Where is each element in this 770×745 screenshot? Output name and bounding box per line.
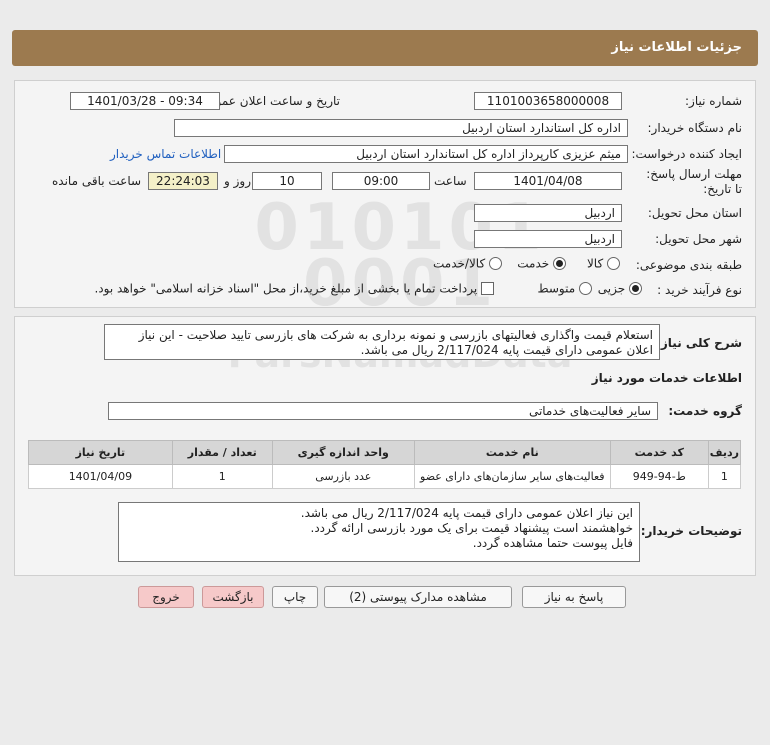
process-medium-radio[interactable] (579, 282, 592, 295)
process-partial-text: جزیی (597, 281, 626, 296)
back-button[interactable]: بازگشت (202, 586, 264, 608)
province-label: استان محل تحویل: (647, 206, 742, 220)
category-goods-service-radio[interactable] (489, 257, 502, 270)
col-quantity: تعداد / مقدار (171, 440, 273, 465)
requester-field: میثم عزیزی کارپرداز اداره کل استاندارد ا… (224, 145, 628, 163)
description-box: استعلام قیمت واگذاری فعالیتهای بازرسی و … (104, 324, 660, 360)
service-group-field: سایر فعالیت‌های خدماتی (108, 402, 658, 420)
category-goods-option[interactable]: کالا (587, 256, 620, 271)
time-label: ساعت (434, 174, 467, 188)
col-service-code: کد خدمت (609, 440, 709, 465)
deadline-time-field: 09:00 (332, 172, 430, 190)
category-goods-service-option[interactable]: کالا/خدمت (433, 256, 502, 271)
attachments-button[interactable]: مشاهده مدارک پیوستی (2) (324, 586, 512, 608)
category-service-radio[interactable] (553, 257, 566, 270)
payment-note: پرداخت تمام یا بخشی از مبلغ خرید،از محل … (94, 281, 478, 296)
category-goods-service-text: کالا/خدمت (432, 256, 486, 271)
description-text: استعلام قیمت واگذاری فعالیتهای بازرسی و … (138, 328, 653, 357)
service-group-label: گروه خدمت: (668, 404, 742, 418)
cell-service-code: ط-94-949 (609, 464, 709, 489)
city-field: اردبیل (474, 230, 622, 248)
col-need-date: تاریخ نیاز (28, 440, 173, 465)
days-label: روز و (224, 174, 251, 188)
buyer-org-label: نام دستگاه خریدار: (647, 121, 743, 135)
deadline-label: مهلت ارسال پاسخ: تا تاریخ: (646, 167, 742, 196)
cell-unit: عدد بازرسی (271, 464, 415, 489)
category-goods-text: کالا (586, 256, 604, 271)
process-label: نوع فرآیند خرید : (657, 283, 742, 297)
table-row: 1 ط-94-949 فعالیت‌های سایر سازمان‌های دا… (28, 464, 742, 489)
announce-field: 1401/03/28 - 09:34 (70, 92, 220, 110)
category-service-option[interactable]: خدمت (517, 256, 566, 271)
need-info-panel (14, 80, 756, 308)
payment-checkbox[interactable] (481, 282, 494, 295)
remaining-time-field: 22:24:03 (148, 172, 218, 190)
contact-buyer-link[interactable]: اطلاعات تماس خریدار (110, 147, 221, 161)
category-service-text: خدمت (517, 256, 550, 271)
buyer-notes-box: این نیاز اعلان عمومی دارای قیمت پایه 2/1… (118, 502, 640, 562)
process-partial-radio[interactable] (629, 282, 642, 295)
category-goods-radio[interactable] (607, 257, 620, 270)
days-field: 10 (252, 172, 322, 190)
page: جزئیات اطلاعات نیاز 010101 0001 ParsNama… (0, 0, 770, 745)
cell-row-number: 1 (707, 464, 742, 489)
category-label: طبقه بندی موضوعی: (635, 258, 742, 272)
buyer-notes-line-2: خواهشمند است پیشنهاد قیمت برای یک مورد ب… (310, 521, 634, 535)
city-label: شهر محل تحویل: (655, 232, 742, 246)
page-header: جزئیات اطلاعات نیاز (12, 30, 758, 66)
col-row-number: ردیف (707, 440, 742, 465)
process-partial-option[interactable]: جزیی (598, 281, 642, 296)
buyer-notes-label: توضیحات خریدار: (640, 524, 742, 538)
payment-option[interactable]: پرداخت تمام یا بخشی از مبلغ خرید،از محل … (94, 281, 494, 296)
description-label: شرح کلی نیاز: (656, 336, 742, 350)
need-number-field: 1101003658000008 (474, 92, 622, 110)
requester-label: ایجاد کننده درخواست: (631, 147, 742, 161)
table-header-row: ردیف کد خدمت نام خدمت واحد اندازه گیری ت… (28, 440, 742, 465)
page-title: جزئیات اطلاعات نیاز (611, 40, 742, 55)
services-section-title: اطلاعات خدمات مورد نیاز (591, 371, 742, 385)
province-field: اردبیل (474, 204, 622, 222)
col-service-name: نام خدمت (413, 440, 611, 465)
buyer-notes-line-3: فایل پیوست حتما مشاهده گردد. (472, 536, 633, 550)
buyer-org-field: اداره کل استاندارد استان اردبیل (174, 119, 628, 137)
reply-button[interactable]: پاسخ به نیاز (522, 586, 626, 608)
cell-quantity: 1 (171, 464, 273, 489)
cell-need-date: 1401/04/09 (28, 464, 173, 489)
buyer-notes-line-1: این نیاز اعلان عمومی دارای قیمت پایه 2/1… (300, 506, 633, 520)
process-medium-option[interactable]: متوسط (537, 281, 592, 296)
need-number-label: شماره نیاز: (685, 94, 742, 108)
process-medium-text: متوسط (537, 281, 576, 296)
print-button[interactable]: چاپ (272, 586, 318, 608)
cell-service-name: فعالیت‌های سایر سازمان‌های دارای عضو (413, 464, 611, 489)
deadline-date-field: 1401/04/08 (474, 172, 622, 190)
col-unit: واحد اندازه گیری (271, 440, 415, 465)
services-table: ردیف کد خدمت نام خدمت واحد اندازه گیری ت… (28, 440, 742, 489)
exit-button[interactable]: خروج (138, 586, 194, 608)
remaining-label: ساعت باقی مانده (52, 174, 142, 188)
